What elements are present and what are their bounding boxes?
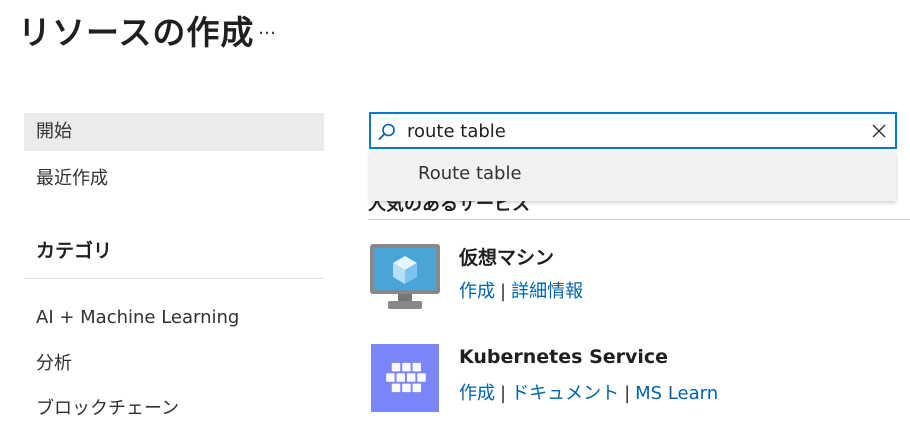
page-title: リソースの作成 xyxy=(18,13,255,52)
suggestion-item[interactable]: Route table xyxy=(418,163,522,184)
sidebar-item-analytics[interactable]: 分析 xyxy=(24,345,324,383)
sidebar-item-start[interactable]: 開始 xyxy=(24,113,324,151)
search-input[interactable] xyxy=(407,118,857,144)
section-divider xyxy=(368,219,910,220)
link-separator: | xyxy=(624,383,631,404)
vm-create-link[interactable]: 作成 xyxy=(459,281,495,302)
service-links-kubernetes: 作成 | ドキュメント | MS Learn xyxy=(459,379,718,405)
kubernetes-create-link[interactable]: 作成 xyxy=(459,383,495,404)
sidebar-item-blockchain[interactable]: ブロックチェーン xyxy=(24,390,324,428)
vm-details-link[interactable]: 詳細情報 xyxy=(511,281,583,302)
more-options-button[interactable]: … xyxy=(258,18,277,39)
service-title-vm: 仮想マシン xyxy=(459,247,555,269)
search-icon xyxy=(378,123,395,140)
search-box[interactable] xyxy=(369,112,897,149)
kubernetes-icon xyxy=(371,344,439,412)
sidebar-divider xyxy=(24,278,324,279)
link-separator: | xyxy=(500,383,507,404)
link-separator: | xyxy=(500,281,507,302)
clear-icon[interactable] xyxy=(871,123,887,139)
service-title-kubernetes: Kubernetes Service xyxy=(459,346,669,368)
service-links-vm: 作成 | 詳細情報 xyxy=(459,277,583,303)
categories-heading: カテゴリ xyxy=(36,240,113,262)
search-suggestions: Route table xyxy=(370,151,896,201)
virtual-machine-icon xyxy=(370,244,440,309)
kubernetes-mslearn-link[interactable]: MS Learn xyxy=(635,383,718,404)
sidebar-item-recent[interactable]: 最近作成 xyxy=(24,160,324,198)
sidebar-item-ai-ml[interactable]: AI + Machine Learning xyxy=(24,299,324,337)
kubernetes-docs-link[interactable]: ドキュメント xyxy=(511,383,619,404)
